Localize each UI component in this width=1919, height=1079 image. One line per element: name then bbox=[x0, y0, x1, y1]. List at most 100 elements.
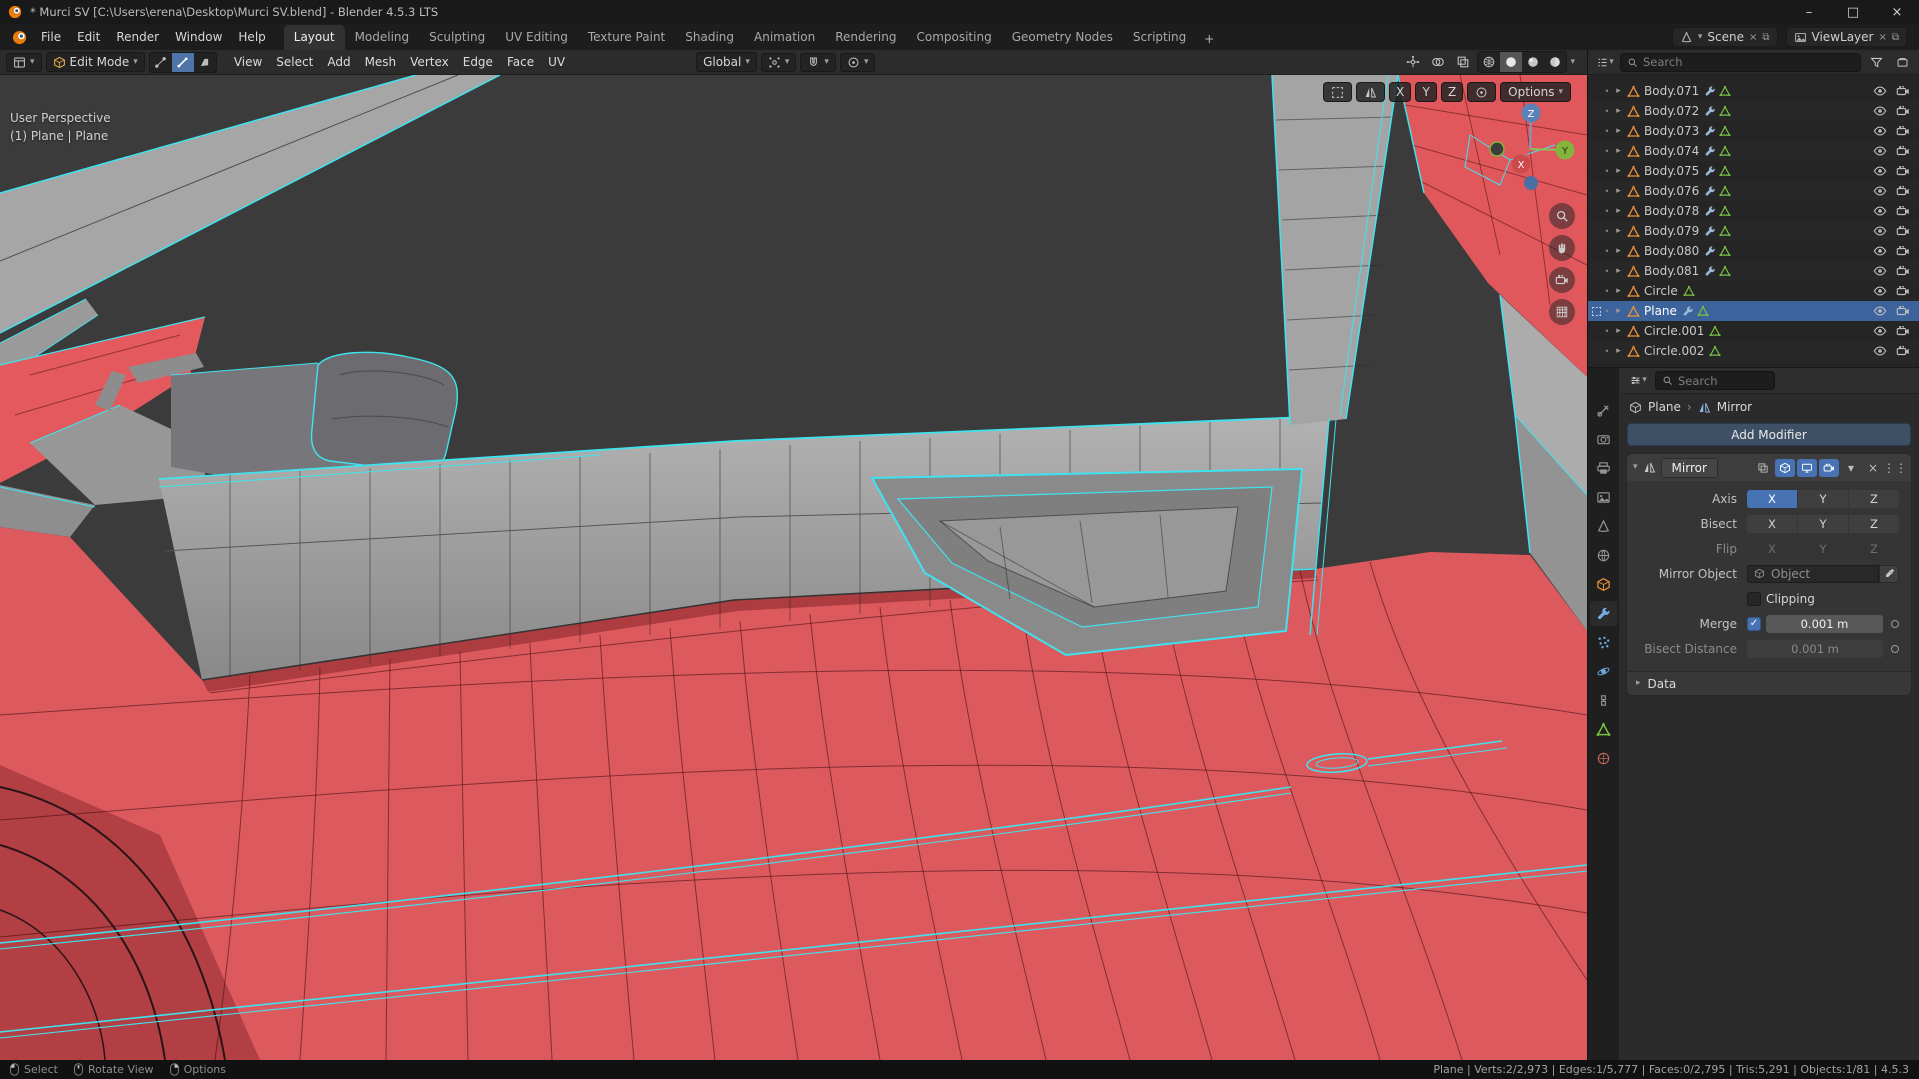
scene-unlink-icon[interactable]: × bbox=[1749, 32, 1757, 43]
snap-toggle[interactable]: ▾ bbox=[800, 52, 836, 72]
menu-window[interactable]: Window bbox=[167, 26, 230, 48]
hide-eye-icon[interactable] bbox=[1873, 344, 1887, 358]
tab-render[interactable] bbox=[1590, 427, 1617, 452]
viewlayer-unlink-icon[interactable]: × bbox=[1878, 32, 1886, 43]
hide-eye-icon[interactable] bbox=[1873, 264, 1887, 278]
workspace-tab-modeling[interactable]: Modeling bbox=[345, 25, 420, 50]
vertex-select-button[interactable] bbox=[150, 53, 172, 72]
mirror-axis-y[interactable]: Y bbox=[1415, 82, 1438, 102]
shading-rendered-button[interactable] bbox=[1544, 52, 1566, 72]
workspace-tab-animation[interactable]: Animation bbox=[744, 25, 825, 50]
scene-selector[interactable]: ▾ Scene × ⧉ bbox=[1671, 27, 1778, 47]
menu-edit[interactable]: Edit bbox=[69, 26, 108, 48]
show-gizmo-toggle[interactable] bbox=[1402, 52, 1424, 72]
outliner-row-body-074[interactable]: • ▸ Body.074 bbox=[1588, 141, 1919, 161]
shading-solid-button[interactable] bbox=[1500, 52, 1523, 72]
outliner-search-input[interactable] bbox=[1643, 55, 1854, 69]
data-subpanel-header[interactable]: ▸ Data bbox=[1627, 671, 1911, 695]
render-visibility-icon[interactable] bbox=[1896, 164, 1910, 178]
viewlayer-selector[interactable]: ViewLayer × ⧉ bbox=[1785, 27, 1907, 47]
axis-y-toggle[interactable]: Y bbox=[1798, 489, 1848, 508]
hide-eye-icon[interactable] bbox=[1873, 144, 1887, 158]
outliner-row-body-080[interactable]: • ▸ Body.080 bbox=[1588, 241, 1919, 261]
outliner-row-body-072[interactable]: • ▸ Body.072 bbox=[1588, 101, 1919, 121]
tab-physics[interactable] bbox=[1590, 659, 1617, 684]
outliner-row-body-081[interactable]: • ▸ Body.081 bbox=[1588, 261, 1919, 281]
outliner-row-circle-002[interactable]: • ▸ Circle.002 bbox=[1588, 341, 1919, 361]
modifier-wrench-icon[interactable] bbox=[1704, 205, 1716, 217]
menu-view[interactable]: View bbox=[227, 52, 269, 72]
hide-eye-icon[interactable] bbox=[1873, 84, 1887, 98]
outliner-row-body-076[interactable]: • ▸ Body.076 bbox=[1588, 181, 1919, 201]
face-select-button[interactable] bbox=[194, 53, 216, 72]
modifier-wrench-icon[interactable] bbox=[1704, 125, 1716, 137]
hide-eye-icon[interactable] bbox=[1873, 244, 1887, 258]
minimize-button[interactable]: – bbox=[1787, 0, 1831, 24]
render-visibility-icon[interactable] bbox=[1896, 244, 1910, 258]
hide-eye-icon[interactable] bbox=[1873, 324, 1887, 338]
tab-view-layer[interactable] bbox=[1590, 485, 1617, 510]
camera-view-icon[interactable] bbox=[1549, 267, 1575, 293]
menu-render[interactable]: Render bbox=[108, 26, 167, 48]
new-collection-icon[interactable] bbox=[1891, 52, 1913, 72]
navigation-gizmo[interactable]: Z Y X bbox=[1485, 87, 1581, 207]
shading-dropdown-icon[interactable]: ▾ bbox=[1570, 57, 1575, 67]
properties-search-input[interactable] bbox=[1678, 373, 1768, 388]
delete-modifier-icon[interactable]: × bbox=[1863, 459, 1883, 477]
menu-add[interactable]: Add bbox=[320, 52, 357, 72]
hide-eye-icon[interactable] bbox=[1873, 224, 1887, 238]
outliner-row-body-071[interactable]: • ▸ Body.071 bbox=[1588, 81, 1919, 101]
drag-handle-icon[interactable]: ⋮⋮ bbox=[1883, 459, 1907, 477]
workspace-tab-layout[interactable]: Layout bbox=[283, 25, 345, 50]
modifier-name-field[interactable]: Mirror bbox=[1660, 457, 1718, 478]
tab-object[interactable] bbox=[1590, 572, 1617, 597]
mirror-object-field[interactable]: Object bbox=[1747, 564, 1879, 583]
outliner-search[interactable] bbox=[1620, 52, 1861, 72]
workspace-tab-shading[interactable]: Shading bbox=[675, 25, 744, 50]
pan-hand-icon[interactable] bbox=[1549, 235, 1575, 261]
hide-eye-icon[interactable] bbox=[1873, 104, 1887, 118]
modifier-wrench-icon[interactable] bbox=[1704, 85, 1716, 97]
properties-editor-type-icon[interactable]: ▾ bbox=[1627, 371, 1649, 391]
collapse-chevron-icon[interactable]: ▾ bbox=[1633, 463, 1638, 472]
modifier-extras-dropdown-icon[interactable]: ▾ bbox=[1841, 459, 1861, 477]
breadcrumb-object[interactable]: Plane bbox=[1648, 400, 1681, 414]
workspace-tab-compositing[interactable]: Compositing bbox=[906, 25, 1001, 50]
merge-threshold-field[interactable]: 0.001 m bbox=[1766, 614, 1883, 633]
show-render-toggle[interactable] bbox=[1819, 458, 1839, 477]
tab-particles[interactable] bbox=[1590, 630, 1617, 655]
zoom-icon[interactable] bbox=[1549, 203, 1575, 229]
flip-x-toggle[interactable]: X bbox=[1747, 539, 1797, 558]
render-visibility-icon[interactable] bbox=[1896, 104, 1910, 118]
hide-eye-icon[interactable] bbox=[1873, 284, 1887, 298]
bisect-distance-field[interactable]: 0.001 m bbox=[1747, 639, 1883, 658]
scene-new-icon[interactable]: ⧉ bbox=[1762, 32, 1769, 43]
menu-face[interactable]: Face bbox=[500, 52, 541, 72]
mode-selector[interactable]: Edit Mode ▾ bbox=[45, 52, 145, 72]
add-modifier-button[interactable]: Add Modifier bbox=[1627, 423, 1911, 446]
modifier-wrench-icon[interactable] bbox=[1704, 145, 1716, 157]
gizmo-neg-y[interactable] bbox=[1489, 141, 1505, 157]
workspace-tab-scripting[interactable]: Scripting bbox=[1123, 25, 1196, 50]
render-visibility-icon[interactable] bbox=[1896, 324, 1910, 338]
workspace-tab-texture-paint[interactable]: Texture Paint bbox=[578, 25, 675, 50]
outliner-row-circle-001[interactable]: • ▸ Circle.001 bbox=[1588, 321, 1919, 341]
clipping-checkbox[interactable] bbox=[1747, 591, 1761, 606]
render-visibility-icon[interactable] bbox=[1896, 124, 1910, 138]
mirror-axis-z[interactable]: Z bbox=[1441, 82, 1464, 102]
blender-menu-icon[interactable] bbox=[6, 28, 33, 47]
pivot-point-selector[interactable]: ▾ bbox=[760, 52, 797, 72]
workspace-tab-rendering[interactable]: Rendering bbox=[825, 25, 906, 50]
shading-material-button[interactable] bbox=[1522, 52, 1544, 72]
tab-scene[interactable] bbox=[1590, 514, 1617, 539]
editor-type-selector[interactable]: ▾ bbox=[6, 52, 42, 72]
bisect-z-toggle[interactable]: Z bbox=[1849, 514, 1899, 533]
outliner-row-body-078[interactable]: • ▸ Body.078 bbox=[1588, 201, 1919, 221]
proportional-edit-toggle[interactable]: ▾ bbox=[839, 52, 876, 72]
maximize-button[interactable]: □ bbox=[1831, 0, 1875, 24]
outliner-row-body-079[interactable]: • ▸ Body.079 bbox=[1588, 221, 1919, 241]
tab-object-data[interactable] bbox=[1590, 717, 1617, 742]
render-visibility-icon[interactable] bbox=[1896, 224, 1910, 238]
axis-x-toggle[interactable]: X bbox=[1747, 489, 1797, 508]
outliner-row-body-073[interactable]: • ▸ Body.073 bbox=[1588, 121, 1919, 141]
